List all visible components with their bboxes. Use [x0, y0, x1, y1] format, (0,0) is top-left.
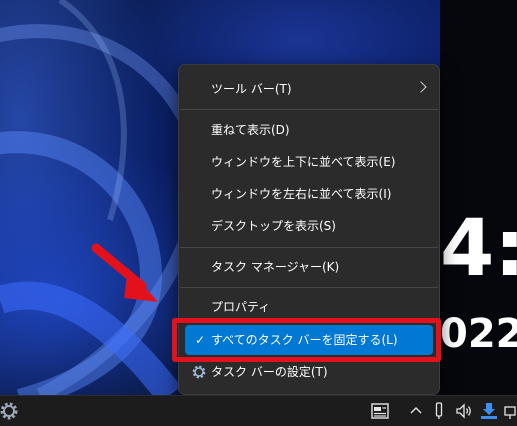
menu-item-label: デスクトップを表示(S): [211, 219, 336, 233]
download-icon[interactable]: [480, 401, 498, 421]
menu-item-label: タスク バーの設定(T): [211, 365, 328, 379]
menu-item-label: タスク マネージャー(K): [211, 260, 340, 274]
menu-item-stack-windows[interactable]: ウィンドウを上下に並べて表示(E): [185, 147, 433, 177]
desktop-clock-time: 4:: [440, 204, 517, 294]
menu-item-label: ウィンドウを上下に並べて表示(E): [211, 155, 396, 169]
network-icon[interactable]: [503, 401, 517, 421]
menu-item-toolbar[interactable]: ツール バー(T): [185, 74, 433, 104]
desktop-clock-date: 022/: [440, 311, 517, 357]
menu-item-task-manager[interactable]: タスク マネージャー(K): [185, 252, 433, 282]
pen-icon[interactable]: [433, 401, 445, 421]
speaker-icon[interactable]: [454, 401, 474, 421]
menu-item-label: プロパティ: [211, 300, 271, 314]
chevron-right-icon: [415, 81, 427, 93]
menu-separator: [180, 287, 438, 288]
chevron-up-icon[interactable]: [408, 401, 424, 421]
menu-item-cascade[interactable]: 重ねて表示(D): [185, 115, 433, 145]
menu-separator: [180, 109, 438, 110]
menu-item-label: 重ねて表示(D): [211, 123, 290, 137]
gear-icon[interactable]: [0, 401, 20, 421]
menu-item-label: ウィンドウを左右に並べて表示(I): [211, 187, 392, 201]
menu-item-label: ツール バー(T): [211, 82, 292, 96]
widgets-icon[interactable]: [370, 401, 390, 421]
taskbar: [0, 395, 517, 426]
gear-icon: [192, 365, 206, 379]
red-arrow-annotation: [91, 243, 158, 302]
menu-item-side-by-side[interactable]: ウィンドウを左右に並べて表示(I): [185, 179, 433, 209]
menu-separator: [180, 247, 438, 248]
red-highlight-box: [172, 318, 441, 362]
menu-item-show-desktop[interactable]: デスクトップを表示(S): [185, 211, 433, 241]
